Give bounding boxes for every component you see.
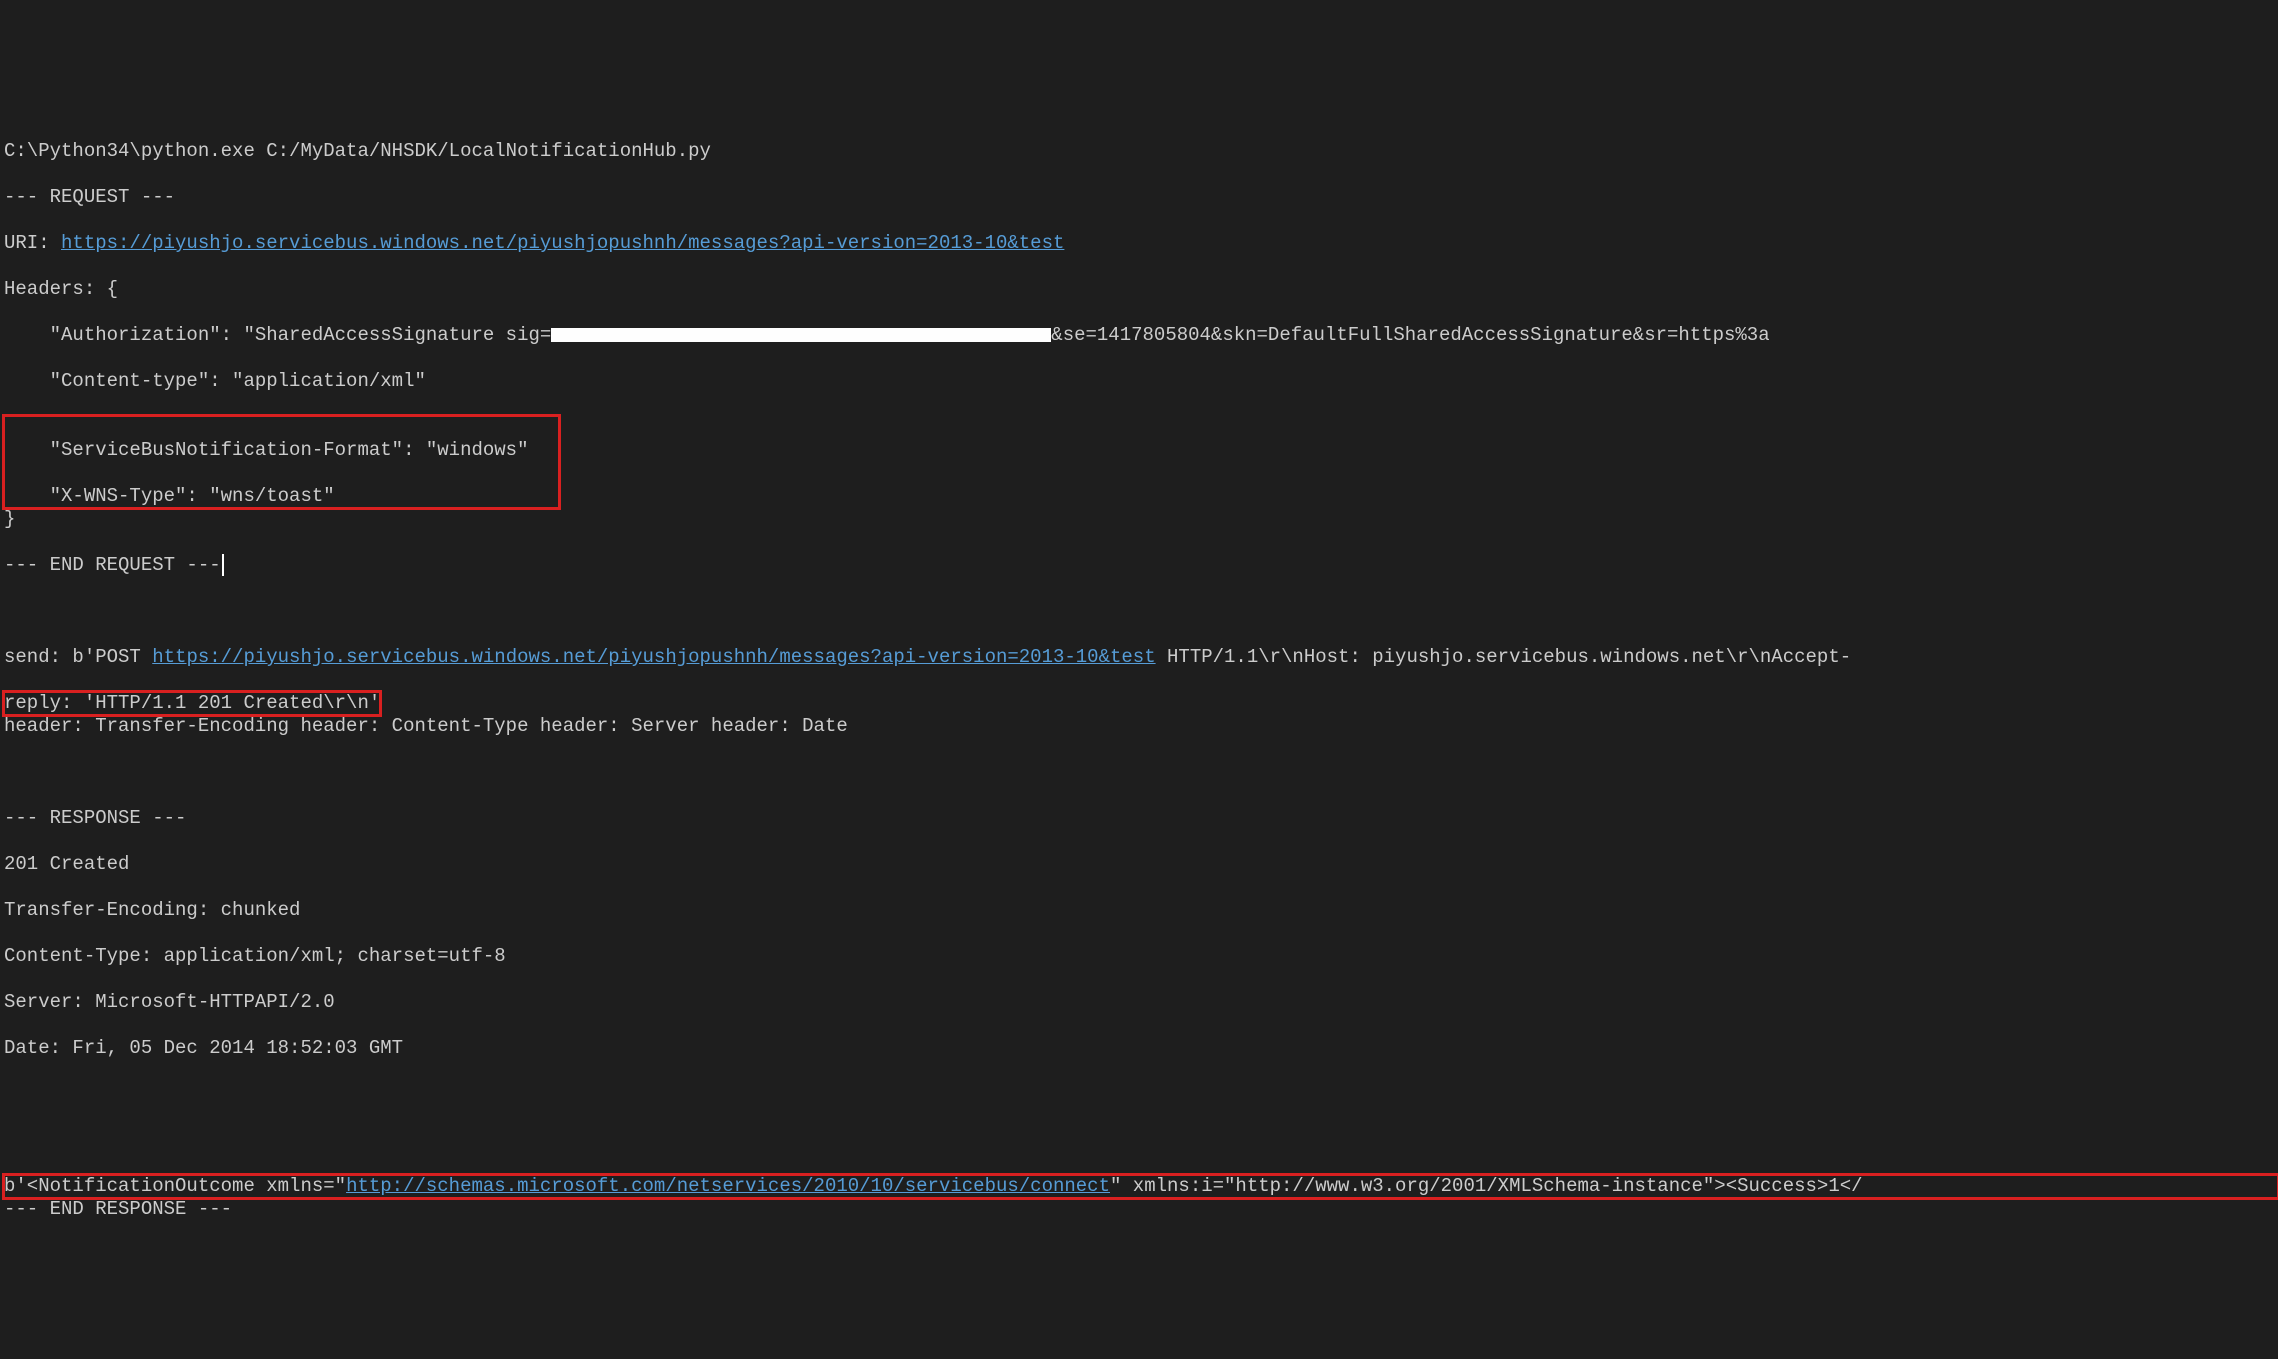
response-body-line: b'<NotificationOutcome xmlns="http://sch… [4, 1175, 2278, 1198]
send-line: send: b'POST https://piyushjo.servicebus… [4, 646, 2278, 669]
blank-line-4 [4, 1129, 2278, 1152]
body-schema-link[interactable]: http://schemas.microsoft.com/netservices… [346, 1175, 1110, 1197]
blank-line-3 [4, 1083, 2278, 1106]
headers-open: Headers: { [4, 278, 2278, 301]
text-cursor [222, 554, 224, 576]
auth-prefix: "Authorization": "SharedAccessSignature … [4, 324, 551, 346]
send-prefix: send: b'POST [4, 646, 152, 668]
highlighted-response-body-box: b'<NotificationOutcome xmlns="http://sch… [4, 1175, 2278, 1198]
auth-suffix: &se=1417805804&skn=DefaultFullSharedAcce… [1051, 324, 1769, 346]
request-uri-line: URI: https://piyushjo.servicebus.windows… [4, 232, 2278, 255]
highlighted-reply-box: reply: 'HTTP/1.1 201 Created\r\n' [4, 692, 380, 715]
header-x-wns-type: "X-WNS-Type": "wns/toast" [4, 485, 529, 508]
headers-close: } [4, 508, 2278, 531]
request-uri-link[interactable]: https://piyushjo.servicebus.windows.net/… [61, 232, 1064, 254]
blank-line-2 [4, 761, 2278, 784]
redacted-signature [551, 328, 1051, 342]
response-date: Date: Fri, 05 Dec 2014 18:52:03 GMT [4, 1037, 2278, 1060]
response-server: Server: Microsoft-HTTPAPI/2.0 [4, 991, 2278, 1014]
response-start-marker: --- RESPONSE --- [4, 807, 2278, 830]
highlighted-headers-box: "ServiceBusNotification-Format": "window… [4, 416, 559, 508]
uri-label: URI: [4, 232, 61, 254]
header-content-type: "Content-type": "application/xml" [4, 370, 2278, 393]
header-sbn-format: "ServiceBusNotification-Format": "window… [4, 439, 529, 462]
terminal-output[interactable]: C:\Python34\python.exe C:/MyData/NHSDK/L… [0, 115, 2278, 1244]
response-end-marker: --- END RESPONSE --- [4, 1198, 2278, 1221]
response-status: 201 Created [4, 853, 2278, 876]
blank-line-1 [4, 600, 2278, 623]
body-suffix: " xmlns:i="http://www.w3.org/2001/XMLSch… [1110, 1175, 1863, 1197]
header-authorization: "Authorization": "SharedAccessSignature … [4, 324, 2278, 347]
send-url-link[interactable]: https://piyushjo.servicebus.windows.net/… [152, 646, 1155, 668]
request-end-marker: --- END REQUEST --- [4, 554, 2278, 577]
send-suffix: HTTP/1.1\r\nHost: piyushjo.servicebus.wi… [1156, 646, 1852, 668]
end-request-text: --- END REQUEST --- [4, 554, 221, 576]
response-content-type: Content-Type: application/xml; charset=u… [4, 945, 2278, 968]
reply-line: reply: 'HTTP/1.1 201 Created\r\n' [4, 692, 380, 715]
command-line: C:\Python34\python.exe C:/MyData/NHSDK/L… [4, 140, 2278, 163]
body-prefix: b'<NotificationOutcome xmlns=" [4, 1175, 346, 1197]
header-summary-line: header: Transfer-Encoding header: Conten… [4, 715, 2278, 738]
response-transfer-encoding: Transfer-Encoding: chunked [4, 899, 2278, 922]
request-start-marker: --- REQUEST --- [4, 186, 2278, 209]
